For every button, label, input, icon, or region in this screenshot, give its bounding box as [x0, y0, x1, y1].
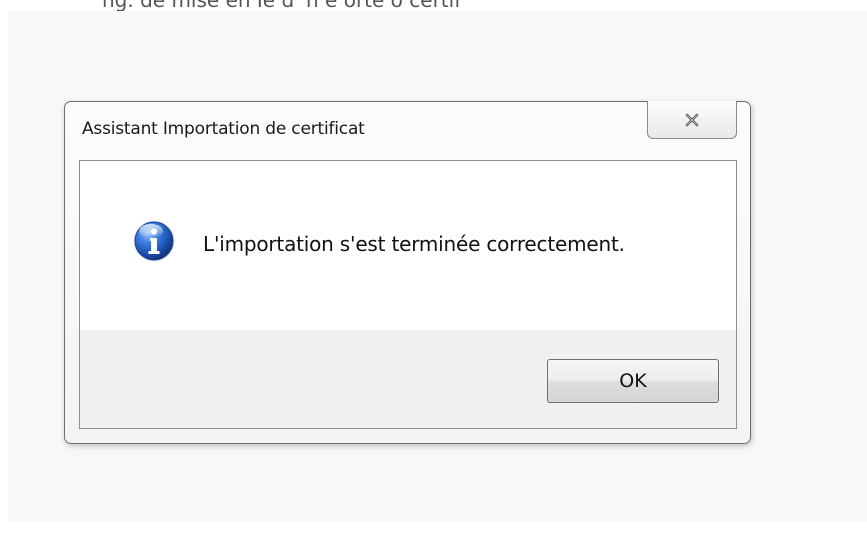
- success-message: L'importation s'est terminée correctemen…: [203, 232, 625, 256]
- dialog-content-panel: L'importation s'est terminée correctemen…: [79, 160, 737, 429]
- button-footer: OK: [80, 330, 736, 428]
- certificate-import-dialog: Assistant Importation de certificat L'im…: [64, 101, 751, 444]
- dialog-title: Assistant Importation de certificat: [82, 119, 365, 139]
- page: ng. de mise en Ie d' n e orte o certif A…: [0, 0, 867, 533]
- close-button[interactable]: [647, 101, 737, 139]
- cropped-top-text-content: ng. de mise en Ie d' n e orte o certif: [102, 0, 461, 11]
- ok-button[interactable]: OK: [547, 359, 719, 403]
- close-icon: [685, 113, 699, 126]
- message-area: L'importation s'est terminée correctemen…: [80, 161, 736, 330]
- information-icon: [133, 220, 175, 262]
- cropped-top-text: ng. de mise en Ie d' n e orte o certif: [0, 0, 520, 11]
